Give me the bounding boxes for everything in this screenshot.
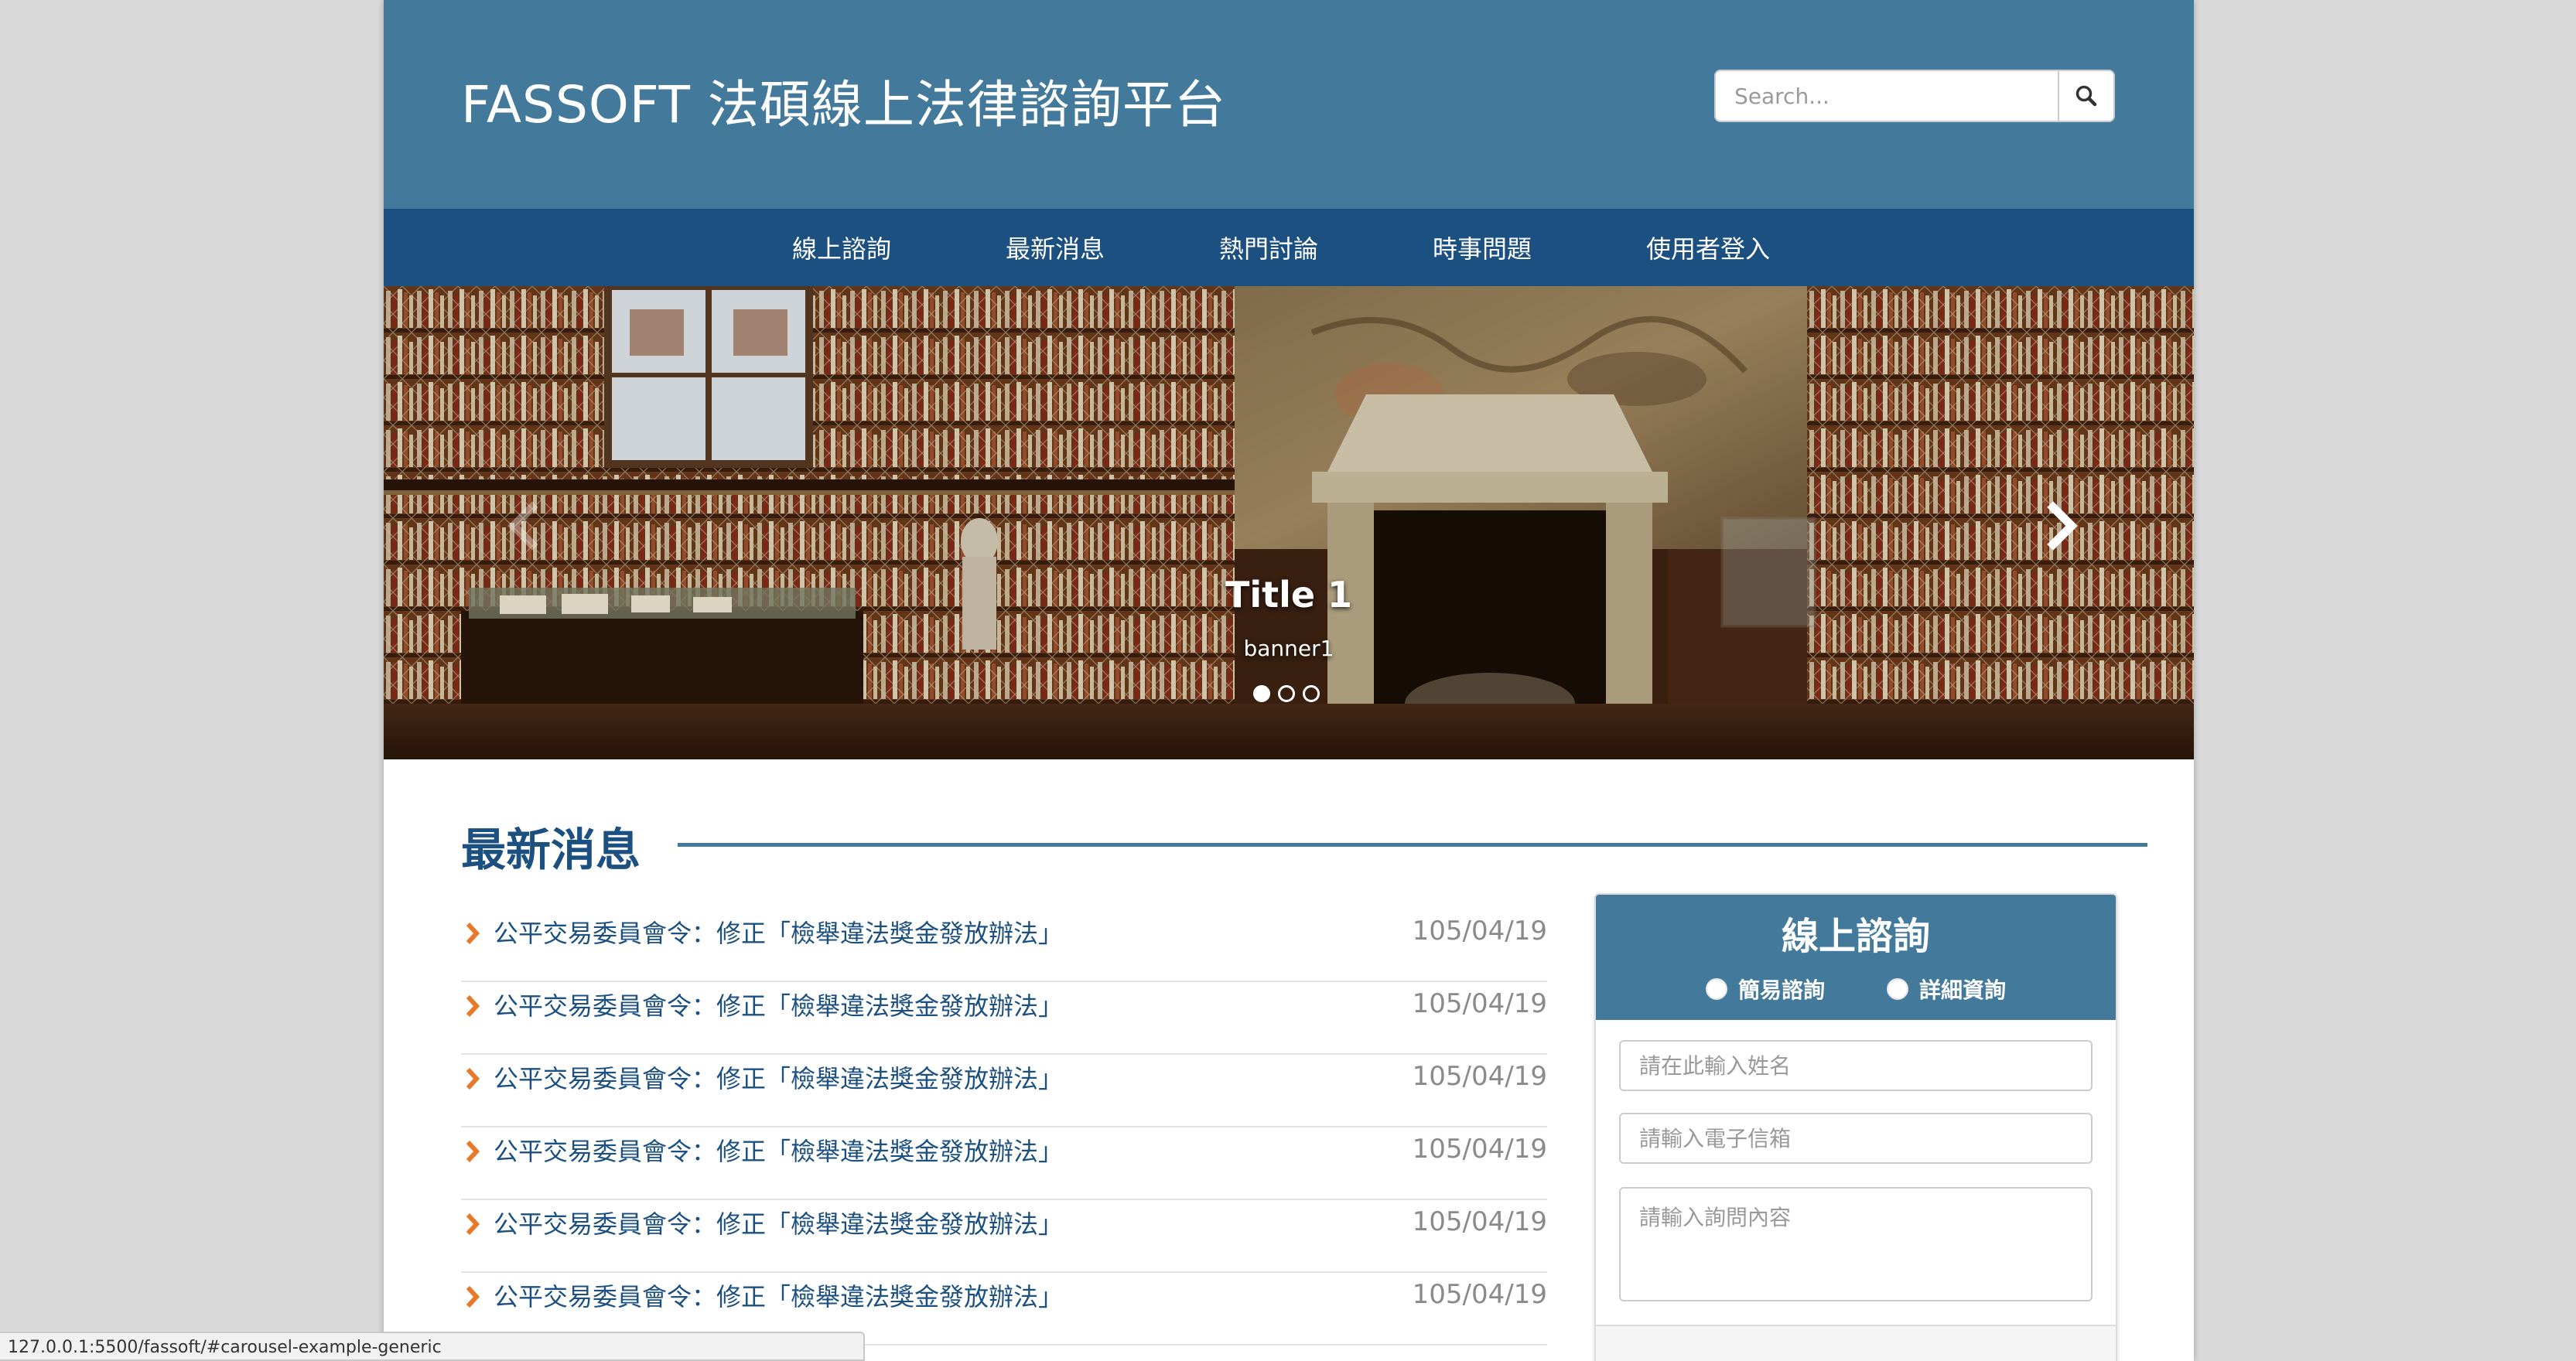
news-item[interactable]: 公平交易委員會令：修正「檢舉違法獎金發放辦法」 105/04/19 [461,1055,1547,1127]
chevron-left-icon [507,501,538,551]
news-item-title[interactable]: 公平交易委員會令：修正「檢舉違法獎金發放辦法」 [494,1205,1063,1240]
news-item[interactable]: 公平交易委員會令：修正「檢舉違法獎金發放辦法」 105/04/19 [461,1127,1547,1200]
carousel-indicator-3[interactable] [1303,685,1320,702]
news-item-title[interactable]: 公平交易委員會令：修正「檢舉違法獎金發放辦法」 [494,987,1063,1022]
radio-circle[interactable] [1705,978,1727,1000]
news-list: 公平交易委員會令：修正「檢舉違法獎金發放辦法」 105/04/19 公平交易委員… [461,909,1547,1346]
news-item-date: 105/04/19 [1412,1279,1547,1310]
chevron-right-icon [466,994,480,1018]
consult-type-options: 簡易諮詢 詳細資詢 [1596,974,2116,1005]
chevron-right-icon [466,1067,480,1090]
carousel-next-button[interactable] [2039,495,2086,557]
radio-simple-consult[interactable]: 簡易諮詢 [1705,974,1825,1005]
radio-detailed-consult[interactable]: 詳細資詢 [1887,974,2006,1005]
browser-status-bar: 127.0.0.1:5500/fassoft/#carousel-example… [0,1332,865,1361]
news-item-date: 105/04/19 [1412,1206,1547,1237]
news-section-title: 最新消息 [461,824,641,876]
search-input[interactable] [1714,70,2058,122]
section-divider [678,843,2147,847]
carousel-indicator-1[interactable] [1253,685,1270,702]
main-nav: 線上諮詢 最新消息 熱門討論 時事問題 使用者登入 [384,209,2194,286]
message-field[interactable] [1619,1187,2093,1301]
nav-item-news[interactable]: 最新消息 [1006,230,1105,265]
nav-item-consult[interactable]: 線上諮詢 [792,230,891,265]
carousel-caption-text: banner1 [1243,636,1334,661]
news-item-title[interactable]: 公平交易委員會令：修正「檢舉違法獎金發放辦法」 [494,914,1063,950]
news-item-title[interactable]: 公平交易委員會令：修正「檢舉違法獎金發放辦法」 [494,1277,1063,1313]
consult-panel-header: 線上諮詢 簡易諮詢 詳細資詢 [1596,895,2116,1020]
news-item-title[interactable]: 公平交易委員會令：修正「檢舉違法獎金發放辦法」 [494,1059,1063,1095]
carousel-indicators [1253,685,1320,702]
magnifier-icon [2075,85,2097,107]
carousel-caption-title: Title 1 [1225,574,1353,616]
news-item-date: 105/04/19 [1412,988,1547,1019]
nav-item-login[interactable]: 使用者登入 [1646,230,1770,265]
page: FASSOFT 法碩線上法律諮詢平台 線上諮詢 最新消息 熱門討論 時事問題 使… [384,0,2194,1361]
nav-item-current-issues[interactable]: 時事問題 [1433,230,1532,265]
chevron-right-icon [466,1140,480,1163]
news-item-date: 105/04/19 [1412,1061,1547,1092]
consult-panel-footer [1596,1325,2116,1361]
news-item-title[interactable]: 公平交易委員會令：修正「檢舉違法獎金發放辦法」 [494,1132,1063,1168]
radio-label: 詳細資詢 [1919,977,2007,1003]
news-item-date: 105/04/19 [1412,916,1547,947]
name-field[interactable] [1619,1040,2093,1091]
chevron-right-icon [2047,501,2078,551]
consult-panel: 線上諮詢 簡易諮詢 詳細資詢 [1594,893,2117,1361]
news-item[interactable]: 公平交易委員會令：修正「檢舉違法獎金發放辦法」 105/04/19 [461,1200,1547,1273]
chevron-right-icon [466,1285,480,1308]
site-title[interactable]: FASSOFT 法碩線上法律諮詢平台 [461,63,1226,138]
chevron-right-icon [466,1213,480,1236]
carousel-prev-button[interactable] [500,495,546,557]
news-item[interactable]: 公平交易委員會令：修正「檢舉違法獎金發放辦法」 105/04/19 [461,982,1547,1055]
consult-panel-title: 線上諮詢 [1781,915,1930,958]
search-form [1714,70,2115,122]
news-item-date: 105/04/19 [1412,1134,1547,1165]
search-button[interactable] [2058,70,2115,122]
nav-item-hot-topics[interactable]: 熱門討論 [1219,230,1318,265]
chevron-right-icon [466,922,480,945]
news-item[interactable]: 公平交易委員會令：修正「檢舉違法獎金發放辦法」 105/04/19 [461,909,1547,982]
radio-label: 簡易諮詢 [1737,977,1825,1003]
carousel-indicator-2[interactable] [1278,685,1295,702]
radio-circle[interactable] [1887,978,1908,1000]
site-header: FASSOFT 法碩線上法律諮詢平台 [384,0,2194,209]
email-field[interactable] [1619,1113,2093,1164]
